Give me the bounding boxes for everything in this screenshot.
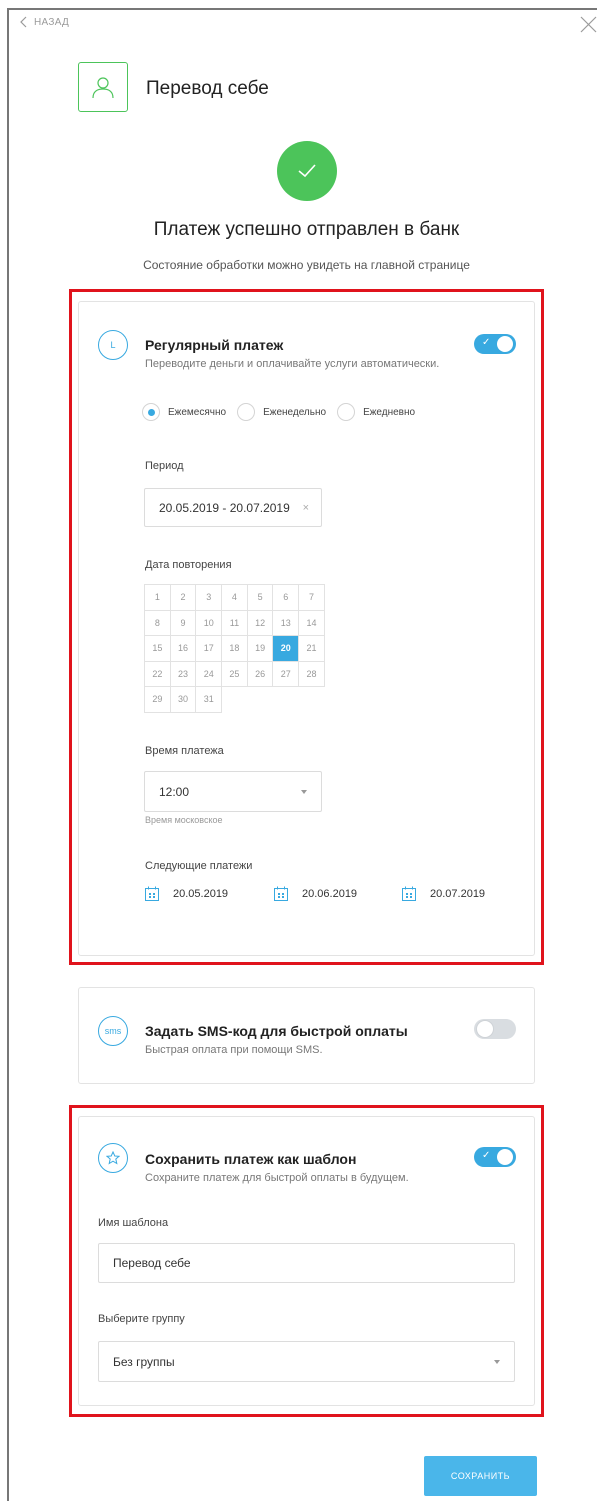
calendar-day[interactable]: 17 [196,636,223,662]
next-payment-item: 20.05.2019 [145,886,228,901]
back-label: НАЗАД [34,16,70,28]
calendar-day[interactable]: 10 [196,610,223,636]
calendar-day[interactable]: 1 [145,585,171,611]
page-title: Перевод себе [146,78,269,99]
calendar-day[interactable]: 28 [299,661,325,687]
calendar-day[interactable]: 31 [196,687,223,713]
chevron-down-icon [494,1359,500,1364]
radio-button[interactable] [142,403,160,421]
save-button[interactable]: СОХРАНИТЬ [424,1456,537,1496]
success-subtitle: Состояние обработки можно увидеть на гла… [143,258,470,272]
calendar-day[interactable]: 12 [247,610,274,636]
calendar-day[interactable]: 23 [170,661,197,687]
period-value: 20.05.2019 - 20.07.2019 [159,500,290,515]
calendar-day[interactable]: 18 [222,636,248,662]
regular-payment-subtitle: Переводите деньги и оплачивайте услуги а… [145,358,440,370]
regular-payment-toggle[interactable]: ✓ [474,334,516,354]
period-field[interactable]: 20.05.2019 - 20.07.2019 × [144,488,322,527]
repeat-date-label: Дата повторения [145,559,232,571]
success-check-icon [277,141,337,201]
calendar-day[interactable]: 24 [196,661,223,687]
calendar-day[interactable]: 8 [145,610,171,636]
time-label: Время платежа [145,745,224,757]
radio-monthly[interactable]: Ежемесячно [142,403,226,421]
chevron-left-icon [20,16,27,28]
sms-subtitle: Быстрая оплата при помощи SMS. [145,1044,323,1056]
template-subtitle: Сохраните платеж для быстрой оплаты в бу… [145,1172,409,1184]
template-toggle[interactable]: ✓ [474,1147,516,1167]
calendar-icon [402,886,416,901]
sms-toggle[interactable] [474,1019,516,1039]
template-name-label: Имя шаблона [98,1217,169,1229]
calendar-day[interactable]: 4 [222,585,248,611]
time-value: 12:00 [159,784,190,799]
next-payment-date: 20.06.2019 [302,887,358,900]
user-icon [92,77,114,99]
period-label: Период [145,460,184,472]
calendar-day[interactable]: 25 [222,661,248,687]
group-value: Без группы [113,1354,175,1369]
calendar-day[interactable]: 20 [273,636,300,662]
day-picker: 1 2 3 4 5 6 7 8 9 10 11 12 13 14 15 16 17 18 19 20 21 22 23 24 2… [144,584,325,713]
clear-icon[interactable]: × [303,502,309,514]
radio-daily[interactable]: Ежедневно [337,403,415,421]
calendar-day[interactable]: 29 [145,687,171,713]
time-select[interactable]: 12:00 [144,771,322,812]
calendar-day[interactable]: 9 [170,610,197,636]
calendar-day[interactable]: 2 [170,585,197,611]
calendar-icon [274,886,288,901]
calendar-day[interactable]: 22 [145,661,171,687]
calendar-day[interactable]: 30 [170,687,197,713]
calendar-day[interactable]: 26 [247,661,274,687]
calendar-day[interactable]: 6 [273,585,300,611]
calendar-day[interactable]: 19 [247,636,274,662]
calendar-day[interactable]: 5 [247,585,274,611]
template-title: Сохранить платеж как шаблон [145,1151,357,1167]
calendar-day[interactable]: 27 [273,661,300,687]
calendar-day[interactable]: 21 [299,636,325,662]
radio-label: Еженедельно [263,406,327,418]
next-payment-date: 20.07.2019 [430,887,486,900]
user-icon-box [78,62,128,112]
calendar-day[interactable]: 16 [170,636,197,662]
next-payments-label: Следующие платежи [145,860,253,872]
calendar-icon [145,886,159,901]
clock-icon: L [98,330,128,360]
sms-icon: sms [98,1016,128,1046]
star-icon [98,1143,128,1173]
success-title: Платеж успешно отправлен в банк [153,219,460,240]
template-name-value: Перевод себе [113,1256,191,1270]
template-name-input[interactable]: Перевод себе [98,1243,515,1283]
regular-payment-title: Регулярный платеж [145,337,284,353]
group-select[interactable]: Без группы [98,1341,515,1382]
time-hint: Время московское [145,815,223,825]
chevron-down-icon [301,789,307,794]
calendar-day[interactable]: 3 [196,585,223,611]
frequency-radio-group: Ежемесячно Еженедельно Ежедневно [142,403,426,421]
back-link[interactable]: НАЗАД [20,16,69,28]
radio-button[interactable] [237,403,256,421]
close-icon[interactable] [580,16,597,33]
radio-label: Ежемесячно [168,406,227,418]
radio-label: Ежедневно [363,406,416,418]
next-payment-item: 20.06.2019 [274,886,357,901]
radio-weekly[interactable]: Еженедельно [237,403,326,421]
radio-button[interactable] [337,403,356,421]
next-payment-item: 20.07.2019 [402,886,485,901]
calendar-day[interactable]: 14 [299,610,325,636]
sms-title: Задать SMS-код для быстрой оплаты [145,1023,408,1039]
group-label: Выберите группу [98,1313,185,1325]
calendar-day[interactable]: 15 [145,636,171,662]
calendar-day[interactable]: 11 [222,610,248,636]
calendar-day[interactable]: 7 [299,585,325,611]
next-payment-date: 20.05.2019 [173,887,229,900]
calendar-day[interactable]: 13 [273,610,300,636]
